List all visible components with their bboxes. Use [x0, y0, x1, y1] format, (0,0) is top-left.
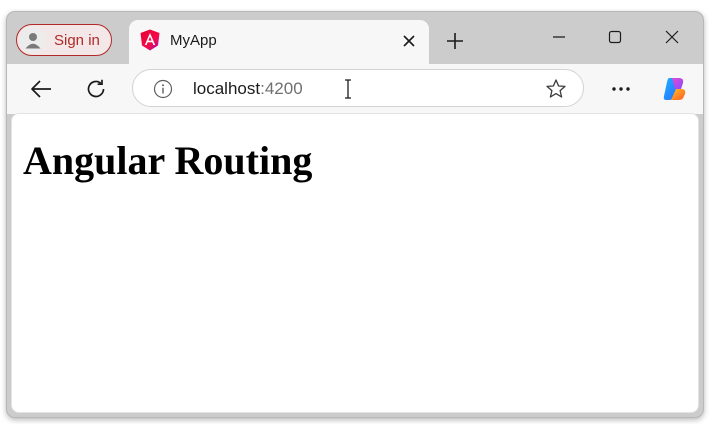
more-options-button[interactable]: [606, 74, 636, 104]
page-viewport: Angular Routing: [11, 113, 699, 413]
url-port: :4200: [260, 79, 303, 98]
plus-icon: [447, 33, 463, 49]
close-window-button[interactable]: [658, 26, 686, 48]
favorite-star-icon[interactable]: [545, 78, 567, 100]
browser-window: Sign in MyApp localhost:4200 Angular Rou…: [6, 11, 704, 418]
text-cursor-icon: [345, 79, 351, 99]
url-text[interactable]: localhost:4200: [193, 79, 303, 99]
sign-in-button[interactable]: Sign in: [16, 24, 112, 56]
copilot-icon: [663, 78, 686, 100]
browser-toolbar: localhost:4200: [7, 64, 703, 114]
url-host: localhost: [193, 79, 261, 98]
refresh-icon: [87, 79, 105, 98]
page-heading: Angular Routing: [23, 138, 313, 183]
minimize-button[interactable]: [545, 26, 573, 48]
tab-myapp[interactable]: MyApp: [129, 20, 429, 65]
maximize-button[interactable]: [601, 26, 629, 48]
tab-title: MyApp: [170, 32, 217, 49]
refresh-button[interactable]: [81, 74, 111, 104]
sign-in-label: Sign in: [54, 31, 100, 49]
address-bar[interactable]: localhost:4200: [132, 69, 584, 107]
back-button[interactable]: [26, 74, 56, 104]
minimize-icon: [553, 36, 565, 38]
maximize-icon: [608, 30, 622, 44]
profile-avatar-icon: [20, 27, 46, 53]
new-tab-button[interactable]: [444, 30, 466, 52]
more-icon: [612, 87, 630, 91]
title-bar: Sign in MyApp: [7, 12, 703, 65]
close-icon: [665, 30, 679, 44]
angular-icon: [140, 29, 160, 51]
site-info-icon[interactable]: [153, 79, 173, 99]
back-arrow-icon: [31, 80, 51, 98]
tab-close-icon[interactable]: [401, 33, 417, 49]
copilot-button[interactable]: [659, 74, 689, 104]
